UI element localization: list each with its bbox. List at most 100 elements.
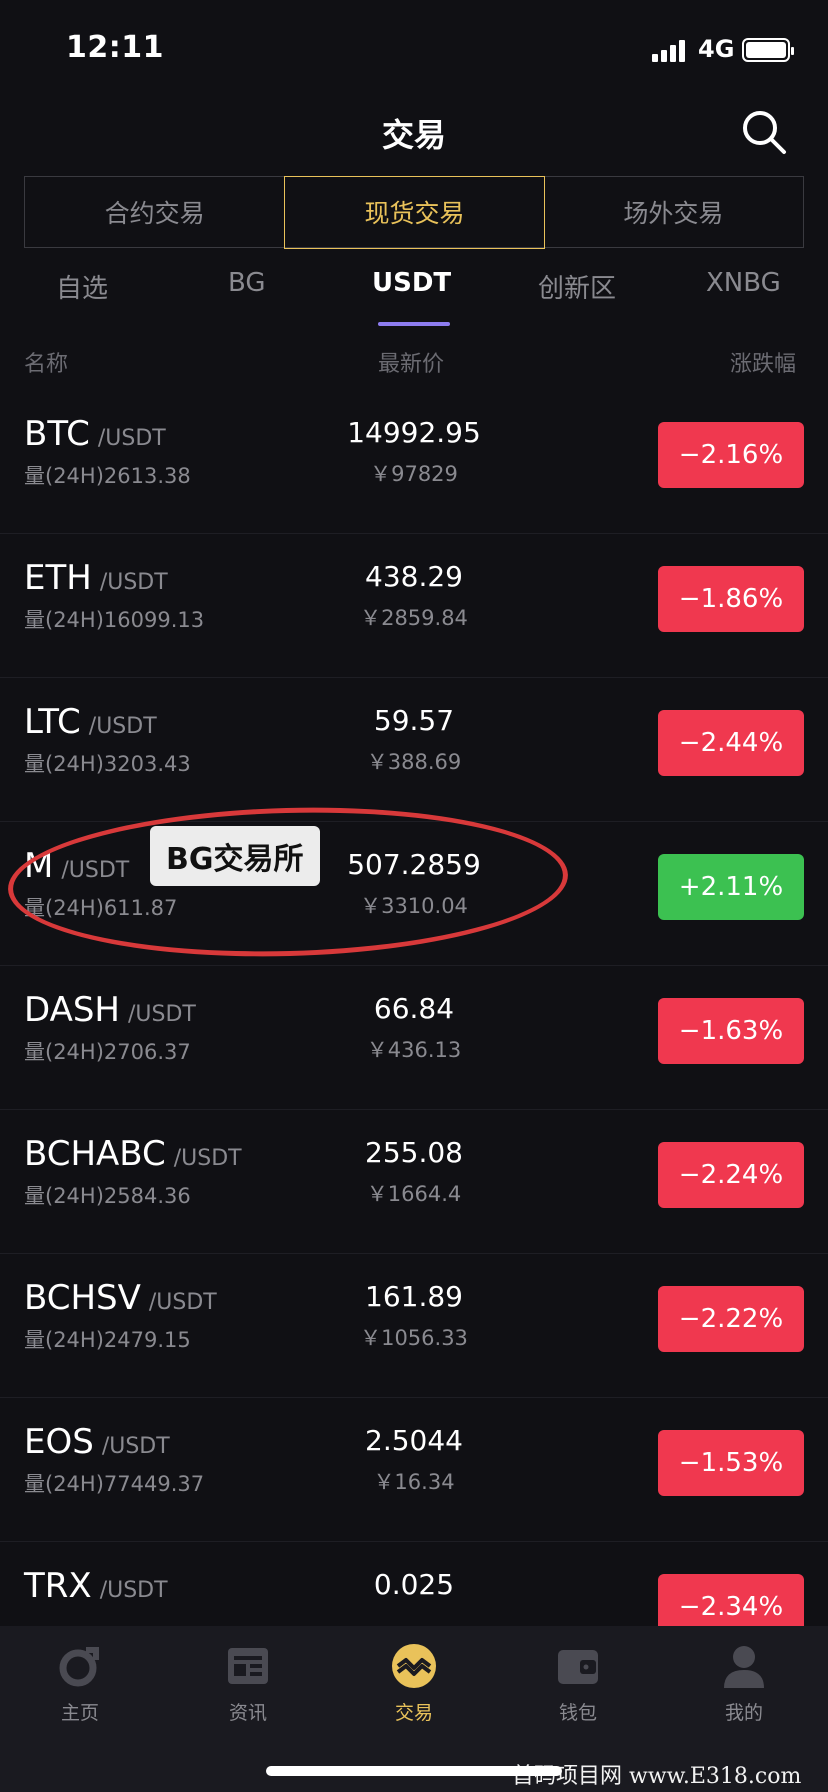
price-cny: ￥1056.33 xyxy=(360,1326,468,1350)
nav-trade[interactable]: 交易 xyxy=(354,1642,474,1725)
trade-type-segmented: 合约交易 现货交易 场外交易 xyxy=(24,175,804,249)
pair-symbol: BCHSV/USDT xyxy=(24,1278,217,1318)
home-indicator[interactable] xyxy=(266,1766,562,1776)
pair-base: LTC xyxy=(24,702,81,742)
nav-news-label: 资讯 xyxy=(228,1702,267,1724)
market-row-eth[interactable]: ETH/USDT 量(24H)16099.13 438.29 ￥2859.84 −1.8… xyxy=(0,534,828,678)
signal-icon xyxy=(652,38,692,62)
price-cny: ￥2859.84 xyxy=(360,606,468,630)
price-cny: ￥16.34 xyxy=(373,1470,455,1494)
network-label: 4G xyxy=(698,35,735,63)
pair-symbol: BCHABC/USDT xyxy=(24,1134,242,1174)
column-header-price[interactable]: 最新价 xyxy=(378,346,444,378)
home-icon xyxy=(59,1647,99,1687)
nav-profile-label: 我的 xyxy=(724,1702,763,1724)
last-price: 438.29 xyxy=(365,560,463,593)
last-price: 2.5044 xyxy=(365,1424,463,1457)
price-cny: ￥3310.04 xyxy=(360,894,468,918)
segment-otc[interactable]: 场外交易 xyxy=(544,177,803,247)
market-row-bchsv[interactable]: BCHSV/USDT 量(24H)2479.15 161.89 ￥1056.33 −2.… xyxy=(0,1254,828,1398)
market-tabs: 自选 BG USDT 创新区 XNBG xyxy=(0,268,828,328)
change-badge[interactable]: −2.16% xyxy=(658,422,804,488)
volume-24h: 量(24H)77449.37 xyxy=(24,1472,205,1496)
pair-base: BCHABC xyxy=(24,1134,166,1174)
last-price: 0.025 xyxy=(373,1568,455,1601)
tab-xnbg[interactable]: XNBG xyxy=(706,268,781,298)
pair-symbol: LTC/USDT xyxy=(24,702,157,742)
pair-base: DASH xyxy=(24,990,120,1030)
market-row-bchabc[interactable]: BCHABC/USDT 量(24H)2584.36 255.08 ￥1664.4 −2.… xyxy=(0,1110,828,1254)
change-badge[interactable]: −2.44% xyxy=(658,710,804,776)
tab-bg[interactable]: BG xyxy=(228,268,266,298)
nav-wallet[interactable]: 钱包 xyxy=(518,1642,638,1725)
nav-home-label: 主页 xyxy=(60,1702,99,1724)
status-time: 12:11 xyxy=(66,30,164,65)
volume-24h: 量(24H)611.87 xyxy=(24,896,178,920)
market-row-btc[interactable]: BTC/USDT 量(24H)2613.38 14992.95 ￥97829 −2.16… xyxy=(0,390,828,534)
price-cny: ￥97829 xyxy=(370,462,458,486)
last-price: 59.57 xyxy=(373,704,455,737)
annotation-label: BG交易所 xyxy=(150,826,320,886)
status-bar: 12:11 4G xyxy=(0,0,828,100)
pair-base: EOS xyxy=(24,1422,94,1462)
volume-24h: 量(24H)2706.37 xyxy=(24,1040,191,1064)
pair-quote: /USDT xyxy=(148,1290,217,1315)
pair-quote: /USDT xyxy=(97,426,166,451)
trade-icon xyxy=(392,1644,436,1688)
pair-quote: /USDT xyxy=(128,1002,196,1027)
pair-symbol: TRX/USDT xyxy=(24,1566,168,1606)
last-price: 66.84 xyxy=(373,992,455,1025)
change-badge[interactable]: −1.63% xyxy=(658,998,804,1064)
tab-favorites[interactable]: 自选 xyxy=(56,268,108,305)
wallet-icon xyxy=(558,1650,598,1684)
pair-base: M xyxy=(24,846,54,886)
pair-base: TRX xyxy=(24,1566,92,1606)
change-badge[interactable]: −1.53% xyxy=(658,1430,804,1496)
segment-contract[interactable]: 合约交易 xyxy=(25,177,286,247)
pair-symbol: BTC/USDT xyxy=(24,414,166,454)
pair-symbol: DASH/USDT xyxy=(24,990,196,1030)
volume-24h: 量(24H)3203.43 xyxy=(24,752,191,776)
pair-symbol: M/USDT xyxy=(24,846,129,886)
news-icon xyxy=(228,1648,268,1684)
search-button[interactable] xyxy=(740,108,788,156)
pair-quote: /USDT xyxy=(101,1434,170,1459)
change-badge[interactable]: −1.86% xyxy=(658,566,804,632)
pair-quote: /USDT xyxy=(99,1578,168,1603)
last-price: 161.89 xyxy=(365,1280,463,1313)
tab-innovation[interactable]: 创新区 xyxy=(538,268,616,305)
market-row-m[interactable]: M/USDT 量(24H)611.87 507.2859 ￥3310.04 +2.11% xyxy=(0,822,828,966)
change-badge[interactable]: −2.24% xyxy=(658,1142,804,1208)
price-cny: ￥1664.4 xyxy=(366,1182,462,1206)
pair-quote: /USDT xyxy=(99,570,168,595)
last-price: 14992.95 xyxy=(347,416,481,449)
last-price: 507.2859 xyxy=(347,848,481,881)
pair-base: BTC xyxy=(24,414,90,454)
nav-trade-label: 交易 xyxy=(394,1702,433,1724)
nav-news[interactable]: 资讯 xyxy=(188,1642,308,1725)
active-tab-indicator xyxy=(378,322,450,326)
nav-profile[interactable]: 我的 xyxy=(684,1642,804,1725)
last-price: 255.08 xyxy=(365,1136,463,1169)
volume-24h: 量(24H)2613.38 xyxy=(24,464,191,488)
price-cny: ￥388.69 xyxy=(366,750,462,774)
pair-base: BCHSV xyxy=(24,1278,141,1318)
nav-home[interactable]: 主页 xyxy=(20,1642,140,1725)
market-row-dash[interactable]: DASH/USDT 量(24H)2706.37 66.84 ￥436.13 −1.63% xyxy=(0,966,828,1110)
pair-quote: /USDT xyxy=(88,714,157,739)
market-row-eos[interactable]: EOS/USDT 量(24H)77449.37 2.5044 ￥16.34 −1.53% xyxy=(0,1398,828,1542)
volume-24h: 量(24H)2584.36 xyxy=(24,1184,191,1208)
segment-spot[interactable]: 现货交易 xyxy=(283,175,546,249)
pair-symbol: ETH/USDT xyxy=(24,558,168,598)
price-cny: ￥436.13 xyxy=(366,1038,462,1062)
column-header-name[interactable]: 名称 xyxy=(24,346,68,378)
pair-quote: /USDT xyxy=(173,1146,242,1171)
volume-24h: 量(24H)16099.13 xyxy=(24,608,205,632)
pair-base: ETH xyxy=(24,558,92,598)
column-header-change[interactable]: 涨跌幅 xyxy=(730,346,796,378)
market-row-ltc[interactable]: LTC/USDT 量(24H)3203.43 59.57 ￥388.69 −2.44% xyxy=(0,678,828,822)
tab-usdt[interactable]: USDT xyxy=(372,268,451,298)
change-badge[interactable]: +2.11% xyxy=(658,854,804,920)
change-badge[interactable]: −2.22% xyxy=(658,1286,804,1352)
search-icon xyxy=(743,111,786,154)
